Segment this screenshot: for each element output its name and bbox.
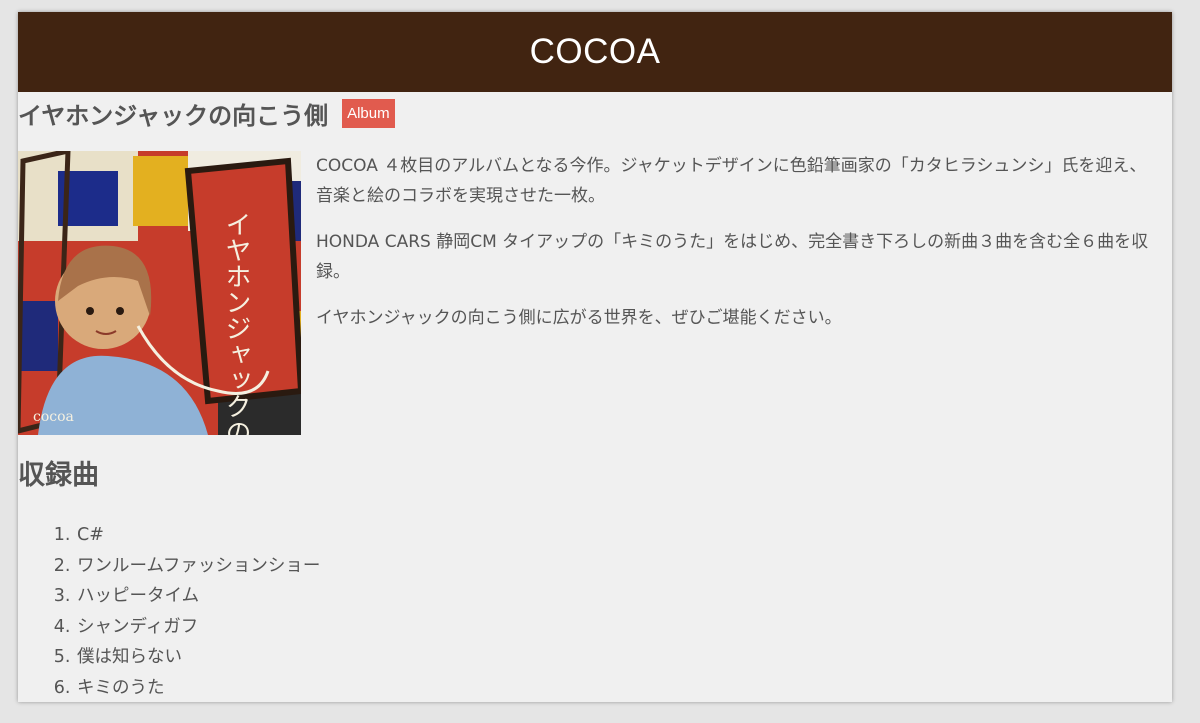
description-paragraph-2: HONDA CARS 静岡CM タイアップの「キミのうた」をはじめ、完全書き下ろ… xyxy=(316,232,1149,282)
description-paragraph-1: COCOA ４枚目のアルバムとなる今作。ジャケットデザインに色鉛筆画家の「カタヒ… xyxy=(316,156,1147,206)
track-item: C# xyxy=(76,520,1172,551)
album-cover-image: イヤホンジャックの向こう側 cocoa xyxy=(18,151,301,435)
page-container: COCOA イヤホンジャックの向こう側 Album イヤホンジャックの向こう側 xyxy=(18,12,1172,702)
track-item: 僕は知らない xyxy=(76,642,1172,673)
description-paragraph-3: イヤホンジャックの向こう側に広がる世界を、ぜひご堪能ください。 xyxy=(316,308,842,328)
site-header: COCOA xyxy=(18,12,1172,92)
album-title-row: イヤホンジャックの向こう側 Album xyxy=(18,92,1172,134)
album-description: COCOA ４枚目のアルバムとなる今作。ジャケットデザインに色鉛筆画家の「カタヒ… xyxy=(316,151,1161,435)
album-title: イヤホンジャックの向こう側 xyxy=(18,101,329,130)
album-content: イヤホンジャックの向こう側 cocoa COCOA ４枚目のアルバムとなる今作。… xyxy=(18,151,1172,435)
album-badge: Album xyxy=(342,98,395,128)
track-item: シャンディガフ xyxy=(76,612,1172,643)
track-item: ワンルームファッションショー xyxy=(76,551,1172,582)
track-item: キミのうた xyxy=(76,673,1172,703)
track-item: ハッピータイム xyxy=(76,581,1172,612)
tracklist-heading: 収録曲 xyxy=(18,460,99,491)
tracklist: C# ワンルームファッションショー ハッピータイム シャンディガフ 僕は知らない… xyxy=(18,520,1172,702)
album-cover-logo: cocoa xyxy=(33,409,74,425)
site-title: COCOA xyxy=(529,32,661,71)
album-cover-title: イヤホンジャックの向こう側 xyxy=(221,211,251,435)
